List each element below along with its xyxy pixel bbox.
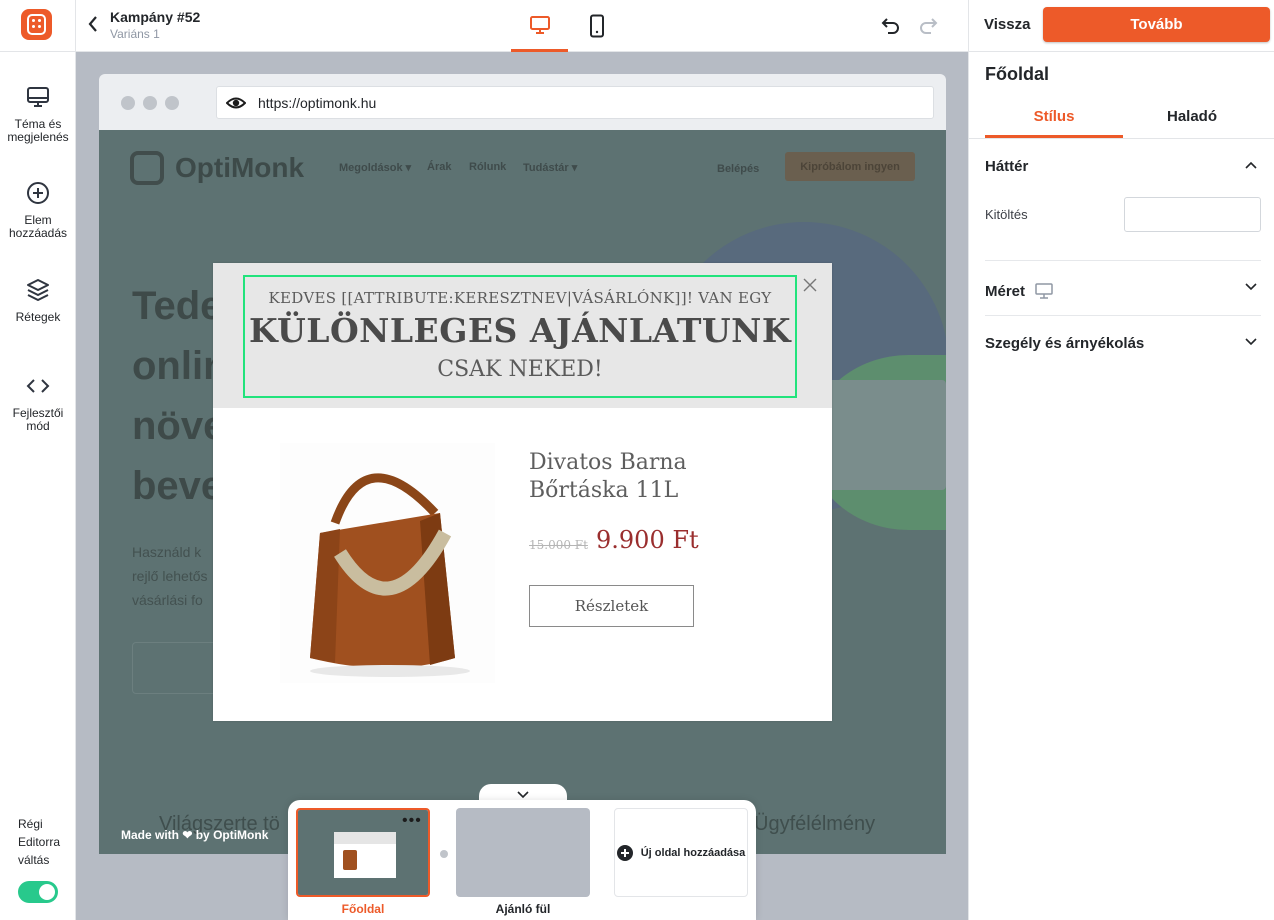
page-connector-dot bbox=[440, 850, 448, 858]
site-brand: OptiMonk bbox=[175, 152, 305, 183]
section-size[interactable]: Méret bbox=[985, 280, 1261, 300]
site-body-line: rejlő lehetős bbox=[132, 568, 208, 584]
plus-circle-icon bbox=[27, 182, 49, 204]
popup-greeting: KEDVES [[ATTRIBUTE:KERESZTNEV|VÁSÁRLÓNK]… bbox=[268, 289, 772, 307]
editor-canvas: https://optimonk.hu OptiMonk Megoldások … bbox=[76, 52, 968, 920]
site-headline: Tede bbox=[132, 284, 223, 328]
optimonk-logo-icon[interactable] bbox=[21, 9, 52, 40]
divider bbox=[969, 138, 1274, 139]
right-panel: Főoldal Stílus Haladó Háttér Kitöltés Mé… bbox=[968, 52, 1274, 920]
site-headline: növe bbox=[132, 404, 226, 448]
window-dot bbox=[121, 96, 135, 110]
sidebar-item-label: Elem hozzáadás bbox=[8, 213, 68, 240]
add-page-button[interactable]: Új oldal hozzáadása bbox=[614, 808, 748, 897]
legacy-editor-toggle[interactable] bbox=[18, 881, 58, 903]
site-nav-item: Árak bbox=[427, 161, 452, 173]
url-text: https://optimonk.hu bbox=[258, 95, 377, 111]
add-circle-icon bbox=[616, 844, 633, 861]
section-background[interactable]: Háttér bbox=[985, 158, 1261, 175]
pages-bar: ••• Főoldal Ajánló fül Új oldal hozzáadá… bbox=[288, 800, 756, 920]
popup[interactable]: KEDVES [[ATTRIBUTE:KERESZTNEV|VÁSÁRLÓNK]… bbox=[213, 263, 832, 721]
back-arrow-icon[interactable] bbox=[86, 13, 100, 35]
desktop-icon bbox=[1035, 283, 1053, 299]
fill-color-picker[interactable] bbox=[1124, 197, 1261, 232]
page-thumb-main[interactable]: ••• bbox=[296, 808, 430, 897]
divider bbox=[985, 260, 1261, 261]
add-page-label: Új oldal hozzáadása bbox=[640, 846, 746, 859]
more-options-icon[interactable]: ••• bbox=[402, 812, 422, 830]
page-thumb-teaser[interactable] bbox=[456, 808, 590, 897]
panel-title: Főoldal bbox=[985, 64, 1049, 84]
mobile-view-button[interactable] bbox=[568, 0, 625, 52]
desktop-icon bbox=[529, 15, 550, 34]
layers-icon bbox=[27, 279, 49, 301]
popup-headline: KÜLÖNLEGES AJÁNLATUNK bbox=[248, 311, 792, 350]
sidebar-item-developer-mode[interactable]: Fejlesztői mód bbox=[0, 373, 76, 433]
redo-icon[interactable] bbox=[917, 14, 939, 36]
variant-label: Variáns 1 bbox=[110, 27, 160, 41]
page-label: Ajánló fül bbox=[495, 902, 551, 916]
next-button[interactable]: Tovább bbox=[1043, 7, 1270, 42]
browser-frame: https://optimonk.hu OptiMonk Megoldások … bbox=[99, 74, 946, 854]
website-preview: OptiMonk Megoldások ▾ Árak Rólunk Tudást… bbox=[99, 130, 946, 854]
site-login: Belépés bbox=[717, 163, 760, 175]
site-body-line: vásárlási fo bbox=[132, 592, 203, 608]
divider bbox=[968, 0, 969, 52]
site-logo-icon bbox=[130, 151, 164, 185]
url-bar[interactable]: https://optimonk.hu bbox=[216, 86, 934, 119]
new-price: 9.900 Ft bbox=[596, 526, 699, 554]
tab-style[interactable]: Stílus bbox=[985, 104, 1123, 138]
site-nav-item: Tudástár ▾ bbox=[523, 162, 578, 174]
eye-icon[interactable] bbox=[226, 95, 246, 111]
product-image bbox=[280, 443, 495, 683]
chevron-down-icon bbox=[1245, 338, 1257, 346]
site-bottom-text: Ügyfélélmény bbox=[754, 813, 876, 835]
divider bbox=[985, 315, 1261, 316]
old-price: 15.000 Ft bbox=[529, 538, 588, 552]
popup-subheadline: CSAK NEKED! bbox=[437, 357, 603, 382]
back-button[interactable]: Vissza bbox=[984, 16, 1030, 33]
top-bar: Kampány #52 Variáns 1 Vissza Tovább bbox=[0, 0, 1274, 52]
window-dot bbox=[165, 96, 179, 110]
section-label: Háttér bbox=[985, 158, 1029, 175]
window-dot bbox=[143, 96, 157, 110]
section-label: Méret bbox=[985, 283, 1026, 300]
site-headline: beve bbox=[132, 464, 224, 508]
mobile-icon bbox=[589, 14, 604, 38]
undo-icon[interactable] bbox=[880, 14, 902, 36]
tab-advanced[interactable]: Haladó bbox=[1123, 104, 1261, 138]
divider bbox=[75, 0, 76, 52]
popup-headline-selected[interactable]: KEDVES [[ATTRIBUTE:KERESZTNEV|VÁSÁRLÓNK]… bbox=[243, 275, 797, 398]
sidebar-item-label: Fejlesztői mód bbox=[12, 406, 64, 433]
site-cta-button: Kipróbálom ingyen bbox=[785, 152, 915, 181]
sidebar-item-layers[interactable]: Rétegek bbox=[0, 277, 76, 324]
page-label: Főoldal bbox=[341, 902, 385, 916]
details-button[interactable]: Részletek bbox=[529, 585, 694, 627]
chevron-down-icon bbox=[517, 791, 529, 799]
product-title: Divatos Barna Bőrtáska 11L bbox=[529, 450, 687, 503]
sidebar-item-label: Rétegek bbox=[15, 310, 61, 324]
campaign-title: Kampány #52 bbox=[110, 9, 201, 25]
site-nav-item: Megoldások ▾ bbox=[339, 162, 412, 174]
desktop-view-button[interactable] bbox=[511, 0, 568, 52]
section-border-shadow[interactable]: Szegély és árnyékolás bbox=[985, 335, 1261, 352]
left-sidebar: Téma és megjelenés Elem hozzáadás Rétege… bbox=[0, 52, 76, 920]
site-body-text: Használd k rejlő lehetős vásárlási fo bbox=[132, 540, 208, 612]
close-icon[interactable] bbox=[803, 278, 817, 292]
site-body-line: Használd k bbox=[132, 544, 202, 560]
section-label: Szegély és árnyékolás bbox=[985, 335, 1145, 352]
monitor-icon bbox=[27, 87, 49, 107]
sidebar-item-label: Téma és megjelenés bbox=[7, 117, 69, 144]
made-with-badge: Made with ❤ by OptiMonk bbox=[121, 828, 269, 842]
fill-label: Kitöltés bbox=[985, 207, 1028, 222]
site-nav-item: Rólunk bbox=[469, 161, 507, 173]
sidebar-item-add-element[interactable]: Elem hozzáadás bbox=[0, 180, 76, 240]
sidebar-item-theme[interactable]: Téma és megjelenés bbox=[0, 84, 76, 144]
legacy-editor-label: Régi Editorra váltás bbox=[18, 817, 61, 867]
site-hero-screenshot bbox=[819, 380, 946, 490]
chevron-up-icon bbox=[1245, 161, 1257, 169]
chevron-down-icon bbox=[1245, 283, 1257, 291]
code-icon bbox=[26, 379, 50, 393]
